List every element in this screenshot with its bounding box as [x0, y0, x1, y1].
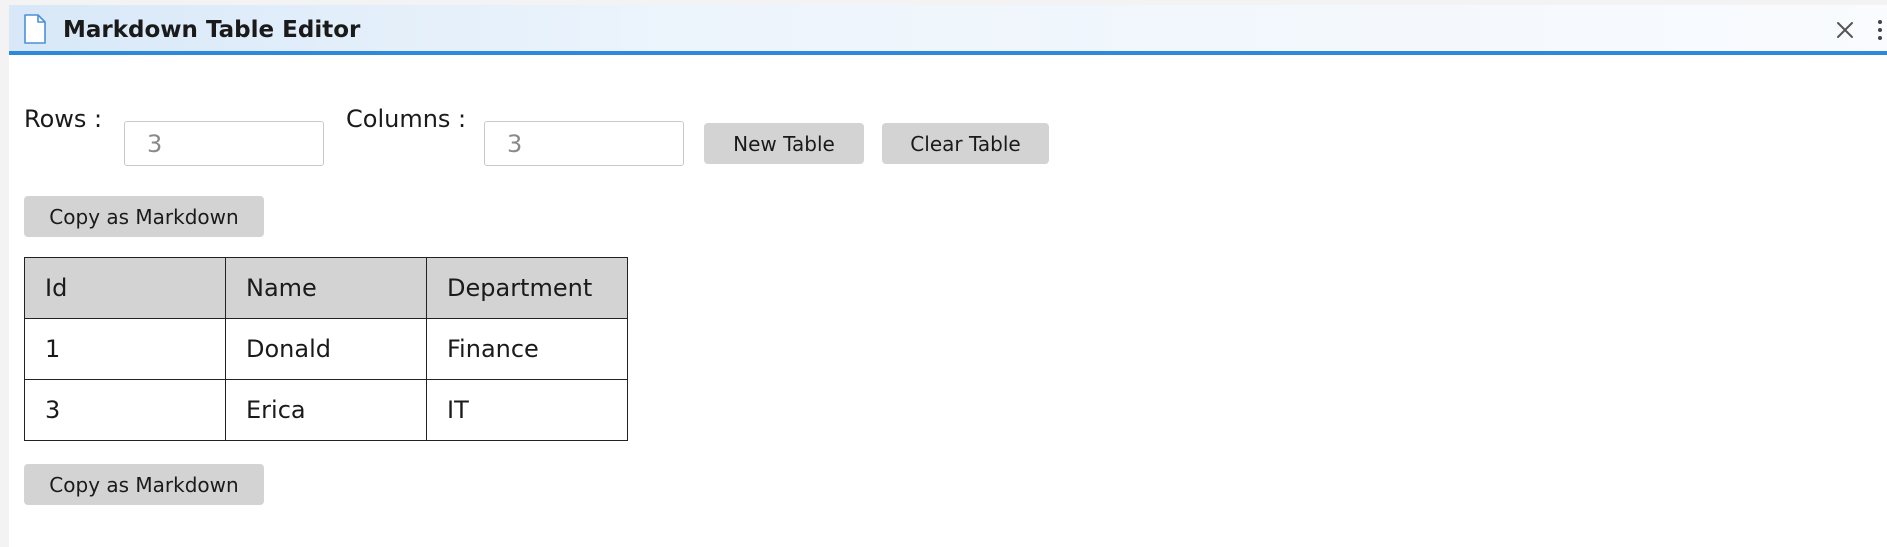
document-icon: [24, 14, 46, 44]
more-vertical-icon[interactable]: [1873, 17, 1887, 45]
more-dot: [1878, 36, 1882, 40]
table-header-cell[interactable]: Id: [24, 257, 226, 319]
table-cell[interactable]: 1: [24, 318, 226, 380]
editor-content: Rows : Columns : New Table Clear Table C…: [9, 59, 1887, 547]
table-row: 3 Erica IT: [24, 379, 628, 441]
copy-markdown-button-top[interactable]: Copy as Markdown: [24, 196, 264, 237]
table-header-row: Id Name Department: [24, 257, 628, 319]
app-frame: Markdown Table Editor Rows : Columns : N…: [0, 0, 1887, 547]
rows-input[interactable]: [124, 121, 324, 166]
table-cell[interactable]: Finance: [426, 318, 628, 380]
clear-table-button[interactable]: Clear Table: [882, 123, 1049, 164]
close-icon[interactable]: [1832, 17, 1858, 43]
new-table-button[interactable]: New Table: [704, 123, 864, 164]
table-row: 1 Donald Finance: [24, 318, 628, 380]
window-title: Markdown Table Editor: [63, 17, 361, 43]
columns-input[interactable]: [484, 121, 684, 166]
editor-window: Markdown Table Editor Rows : Columns : N…: [9, 5, 1887, 547]
rows-label: Rows :: [24, 105, 103, 133]
title-bar: Markdown Table Editor: [9, 5, 1887, 55]
table-header-cell[interactable]: Name: [225, 257, 427, 319]
more-dot: [1878, 28, 1882, 32]
more-dot: [1878, 20, 1882, 24]
table-cell[interactable]: Donald: [225, 318, 427, 380]
copy-markdown-button-bottom[interactable]: Copy as Markdown: [24, 464, 264, 505]
table-cell[interactable]: IT: [426, 379, 628, 441]
markdown-table: Id Name Department 1 Donald Finance 3 Er…: [24, 257, 628, 441]
table-cell[interactable]: 3: [24, 379, 226, 441]
table-header-cell[interactable]: Department: [426, 257, 628, 319]
columns-label: Columns :: [346, 105, 467, 133]
table-cell[interactable]: Erica: [225, 379, 427, 441]
